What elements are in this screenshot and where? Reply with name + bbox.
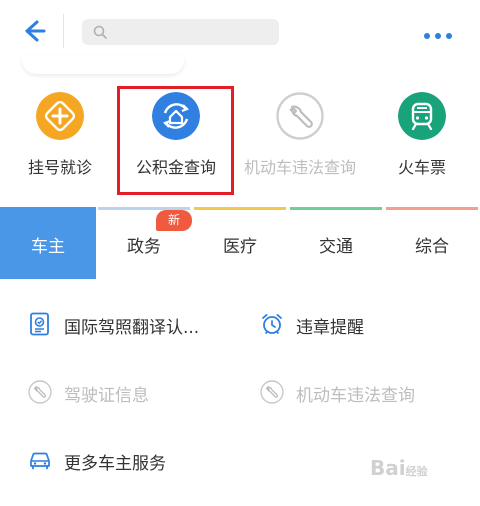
wrench-icon — [28, 380, 52, 404]
service-grid: 挂号就诊 公积金查询 机动车违法查询 火车票 — [0, 86, 480, 196]
tab-car-owner[interactable]: 车主 — [0, 207, 96, 279]
watermark-text: Bai — [370, 456, 406, 480]
list-item-violation-reminder[interactable]: 违章提醒 — [260, 304, 420, 344]
service-registration[interactable]: 挂号就诊 — [0, 86, 120, 196]
list-item-label: 驾驶证信息 — [64, 386, 149, 406]
service-train-ticket[interactable]: 火车票 — [362, 86, 480, 196]
tab-general[interactable]: 综合 — [384, 207, 480, 279]
list-item-more-owner-services[interactable]: 更多车主服务 — [28, 440, 228, 480]
wrench-icon — [260, 380, 284, 404]
watermark-suffix: 经验 — [405, 465, 428, 478]
list-item-label: 违章提醒 — [296, 318, 364, 338]
list-item-intl-license[interactable]: 国际驾照翻译认... — [28, 304, 228, 344]
tab-label: 交通 — [319, 237, 353, 257]
service-label: 火车票 — [397, 158, 446, 177]
highlight-annotation — [117, 86, 234, 195]
list-item-label: 机动车违法查询 — [296, 386, 415, 406]
list-item-label: 更多车主服务 — [64, 454, 166, 474]
tab-label: 医疗 — [223, 237, 257, 257]
service-label: 机动车违法查询 — [243, 158, 356, 177]
car-icon — [30, 452, 50, 470]
service-vehicle-violation[interactable]: 机动车违法查询 — [240, 86, 360, 196]
header-divider — [63, 14, 64, 48]
service-label: 挂号就诊 — [27, 158, 92, 177]
top-bar — [0, 0, 480, 62]
wrench-icon — [276, 92, 324, 140]
tab-top-line — [386, 207, 478, 210]
license-doc-icon — [30, 312, 49, 336]
back-arrow-icon[interactable] — [18, 16, 48, 46]
train-icon — [398, 92, 446, 140]
list-item-license-info[interactable]: 驾驶证信息 — [28, 372, 228, 412]
hospital-cross-icon — [36, 92, 84, 140]
alarm-clock-icon — [262, 314, 282, 334]
tab-transport[interactable]: 交通 — [288, 207, 384, 279]
baidu-watermark: Bai经验 — [370, 456, 428, 480]
tab-label: 政务 — [127, 237, 161, 257]
search-bar[interactable] — [82, 19, 279, 45]
list-item-label: 国际驾照翻译认... — [64, 318, 200, 338]
tab-top-line — [290, 207, 382, 210]
search-icon — [93, 25, 107, 39]
new-badge: 新 — [156, 210, 192, 231]
list-item-vehicle-violation[interactable]: 机动车违法查询 — [260, 372, 460, 412]
tab-top-line — [194, 207, 286, 210]
scrolled-banner-edge — [22, 56, 184, 74]
tab-label: 综合 — [415, 237, 449, 257]
tab-label: 车主 — [31, 237, 65, 257]
more-dots-icon[interactable] — [424, 24, 464, 39]
tab-medical[interactable]: 医疗 — [192, 207, 288, 279]
search-input[interactable] — [112, 19, 272, 45]
category-tabs: 车主 政务 医疗 交通 综合 — [0, 207, 480, 279]
